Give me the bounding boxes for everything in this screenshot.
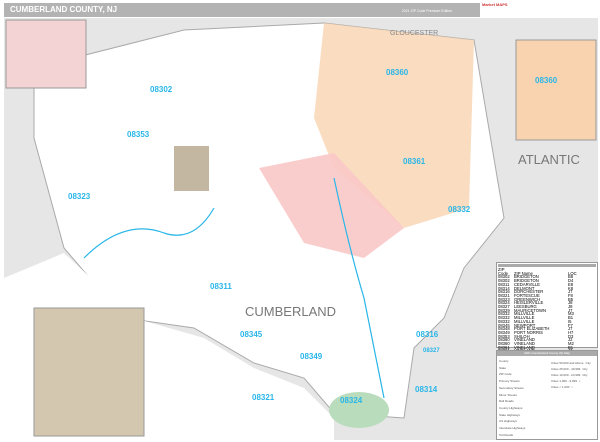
city-glyph: • <box>571 385 573 389</box>
inset-bottom-left <box>33 307 145 437</box>
table-header: ZIP Code ZIP Name LOC <box>498 267 596 275</box>
city-glyph: • <box>579 379 581 383</box>
legend-item: State Highways <box>499 412 520 417</box>
header-bar: CUMBERLAND COUNTY, NJ 2021 ZIP Code Prem… <box>4 3 480 17</box>
zip-label: 08302 <box>150 85 173 94</box>
region-label: ATLANTIC <box>518 152 580 167</box>
city-class-label: Cities 50,000 and Above <box>551 361 584 365</box>
zip-label: 08327 <box>423 348 440 354</box>
city-glyph: City <box>582 373 588 377</box>
zip-label: 08360 <box>386 68 409 77</box>
city-glyph: City <box>582 367 588 371</box>
city-class-label: Cities < 1,000 <box>551 385 570 389</box>
legend-item: Interstate Highways <box>499 426 526 431</box>
legend-item: US Highways <box>499 419 518 424</box>
city-class-label: Cities 1,000 - 9,999 <box>551 379 578 383</box>
zip-label: 08324 <box>340 396 363 405</box>
legend-item: Minor Streets <box>499 392 517 397</box>
legend-item: Rail Roads <box>499 399 514 404</box>
county-label: CUMBERLAND <box>245 304 337 319</box>
legend-title: 2021 Cumberland County Zip Map <box>497 351 597 356</box>
inset-top-right <box>515 39 597 141</box>
zip-code-index-table: ZIP Code ZIP Name LOC 08302 BRIDGETON B8 0830… <box>496 262 598 357</box>
zip-label: 08360 <box>535 76 558 85</box>
city-class-label: Cities 10,000 - 24,999 <box>551 373 581 377</box>
inset-top-left <box>5 19 87 89</box>
table-title <box>498 264 596 267</box>
zip-label: 08316 <box>416 330 439 339</box>
region-label: GLOUCESTER <box>390 30 439 37</box>
map-title: CUMBERLAND COUNTY, NJ <box>10 5 118 14</box>
zip-label: 08323 <box>68 192 91 201</box>
legend-item: County Highways <box>499 405 523 410</box>
legend-item: County <box>499 359 509 363</box>
zip-label: 08349 <box>300 352 323 361</box>
zip-label: 08332 <box>448 205 471 214</box>
map-legend: 2021 Cumberland County Zip Map County Sta… <box>496 350 598 440</box>
legend-item: Primary Streets <box>499 379 520 384</box>
legend-item: Toll Roads <box>499 432 514 437</box>
city-glyph: City <box>585 361 591 365</box>
zip-label: 08353 <box>127 130 150 139</box>
legend-item: ZIP Code <box>499 372 512 377</box>
legend-city-item: Cities < 1,000 • <box>551 384 597 390</box>
legend-item: Secondary Streets <box>499 385 524 390</box>
zip-label: 08361 <box>403 157 426 166</box>
zip-label: 08345 <box>240 330 263 339</box>
edition-label: 2021 ZIP Code Premium Edition <box>401 9 452 13</box>
zip-area-08353 <box>174 146 209 191</box>
city-class-label: Cities 25,000 - 49,999 <box>551 367 581 371</box>
zip-label: 08321 <box>252 393 275 402</box>
zip-label: 08314 <box>415 385 438 394</box>
zip-label: 08311 <box>210 282 232 291</box>
logo-text: Market MAPS <box>482 2 508 7</box>
legend-item: State <box>499 365 507 370</box>
logo: Market MAPS <box>482 2 598 18</box>
